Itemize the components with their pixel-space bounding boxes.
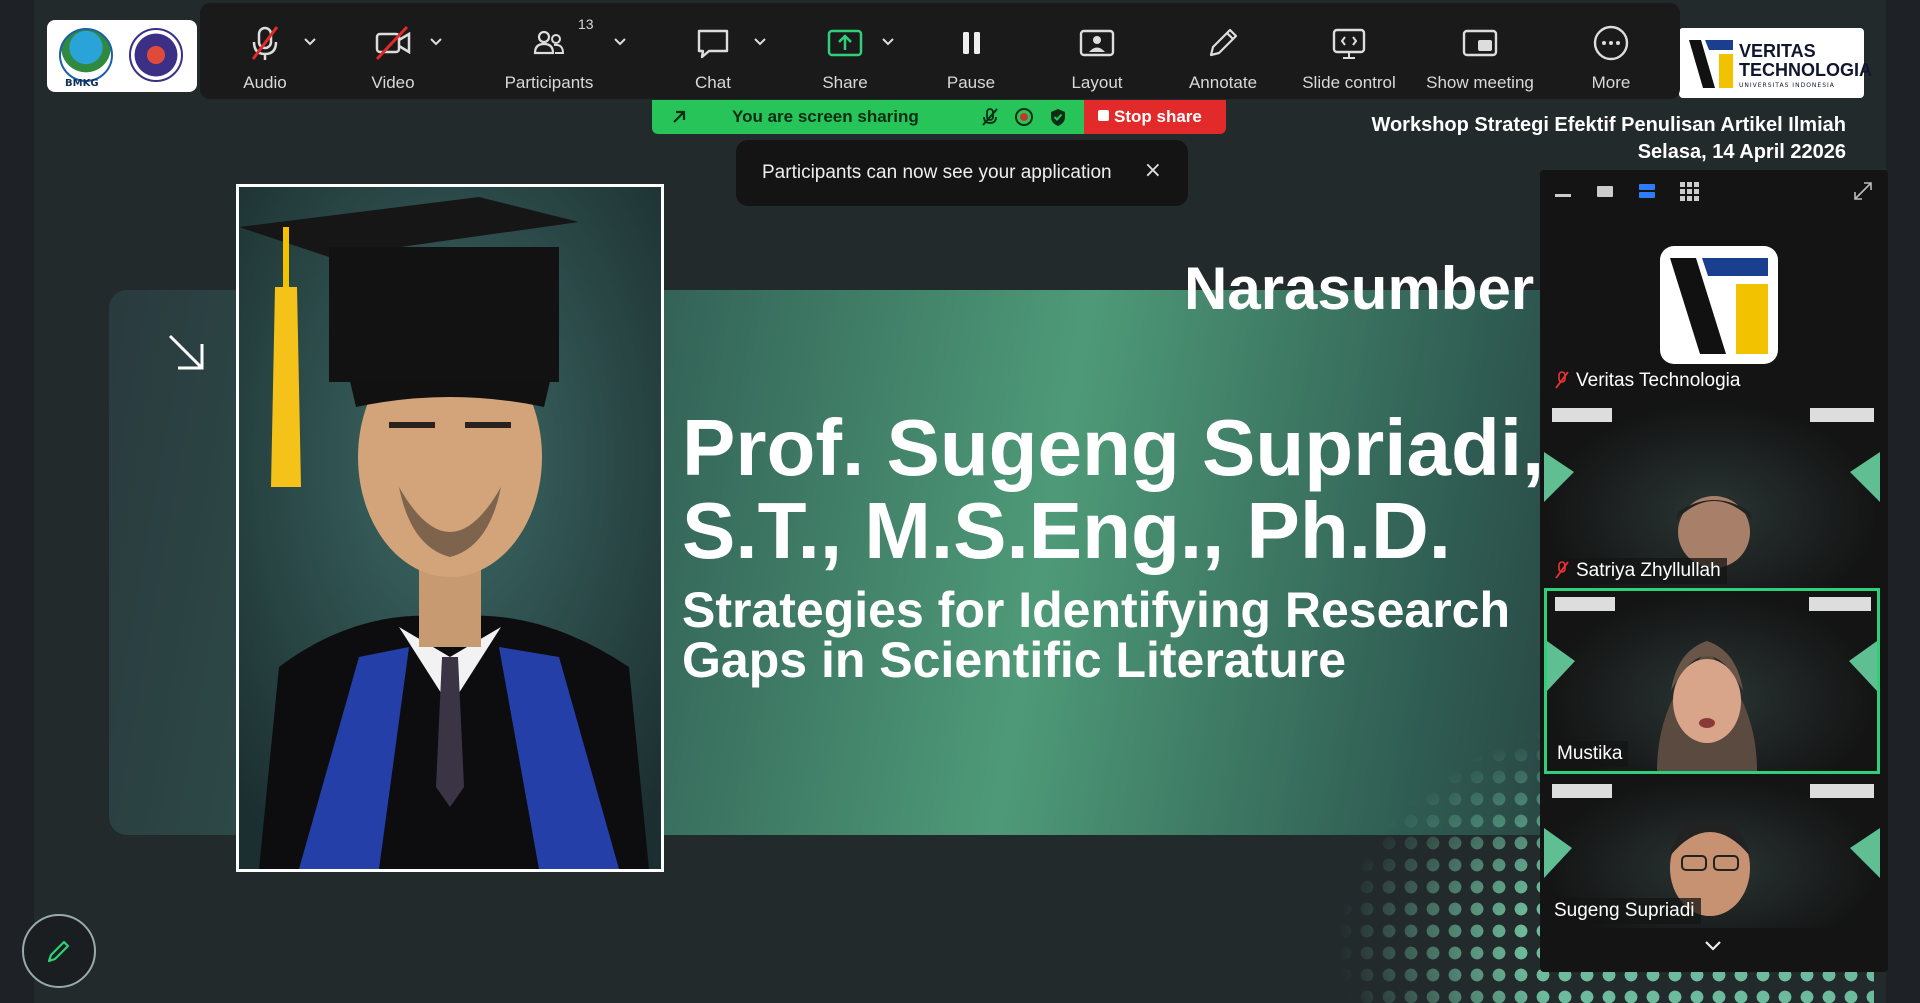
slide-control-label: Slide control	[1302, 73, 1396, 92]
bmkg-logo	[59, 28, 113, 82]
share-screen-icon	[827, 29, 863, 57]
sharing-status-text: You are screen sharing	[732, 107, 919, 126]
participant-tile-mustika[interactable]: Mustika	[1544, 588, 1880, 774]
meeting-toolbar: Audio Video Participants 13 Chat Share P…	[200, 3, 1680, 99]
veritas-logo-subtitle: UNIVERSITAS INDONESIA	[1739, 82, 1835, 89]
participant-name-label: Sugeng Supriadi	[1548, 898, 1701, 924]
annotate-button[interactable]: Annotate	[1158, 3, 1288, 99]
participants-label: Participants	[504, 73, 594, 92]
annotate-label: Annotate	[1188, 73, 1258, 92]
layout-icon	[1079, 29, 1115, 57]
pencil-icon	[1209, 28, 1238, 57]
layout-label: Layout	[1071, 73, 1123, 92]
slide-control-icon	[1332, 28, 1366, 59]
workshop-title: Workshop Strategi Efektif Penulisan Arti…	[1371, 114, 1846, 136]
participants-button[interactable]: Participants	[484, 3, 614, 99]
mic-muted-small-icon[interactable]	[980, 107, 1000, 127]
topic-line1: Strategies for Identifying Research	[682, 582, 1511, 638]
participant-name-label: Veritas Technologia	[1548, 368, 1747, 394]
share-options-chevron-icon[interactable]	[880, 33, 896, 49]
speaker-view-icon[interactable]	[1594, 180, 1616, 202]
expand-icon[interactable]	[1852, 180, 1874, 202]
chevron-down-icon[interactable]	[1702, 934, 1724, 956]
show-meeting-label: Show meeting	[1426, 73, 1534, 92]
toast-message: Participants can now see your applicatio…	[762, 162, 1112, 183]
slide-control-button[interactable]: Slide control	[1284, 3, 1414, 99]
more-button[interactable]: More	[1546, 3, 1676, 99]
audio-label: Audio	[243, 73, 287, 92]
veritas-logo-name: VERITAS TECHNOLOGIA	[1739, 41, 1872, 80]
participants-options-chevron-icon[interactable]	[612, 33, 628, 49]
minimize-icon[interactable]	[1552, 180, 1574, 202]
video-label: Video	[371, 73, 415, 92]
security-shield-icon[interactable]	[1048, 107, 1068, 127]
chat-button[interactable]: Chat	[648, 3, 778, 99]
partner-logos: BMKG	[47, 20, 197, 92]
speaker-photo	[239, 187, 661, 869]
pencil-icon	[47, 940, 70, 963]
audio-button[interactable]: Audio	[200, 3, 330, 99]
grid-view-icon[interactable]	[1678, 180, 1700, 202]
participant-name-label: Mustika	[1551, 741, 1629, 767]
notification-toast: Participants can now see your applicatio…	[736, 140, 1188, 206]
microphone-muted-icon	[251, 26, 279, 60]
veritas-avatar	[1660, 246, 1778, 364]
close-icon[interactable]: ×	[1144, 158, 1162, 183]
video-button[interactable]: Video	[328, 3, 458, 99]
show-meeting-icon	[1462, 29, 1498, 57]
veritas-mark-icon	[1670, 258, 1768, 354]
university-logo	[129, 28, 183, 82]
video-options-chevron-icon[interactable]	[428, 33, 444, 49]
speaker-name-line1: Prof. Sugeng Supriadi,	[682, 403, 1545, 492]
pause-label: Pause	[946, 73, 996, 92]
show-meeting-button[interactable]: Show meeting	[1410, 3, 1550, 99]
video-off-icon	[375, 25, 411, 61]
stop-share-label: Stop share	[1114, 107, 1202, 126]
chat-options-chevron-icon[interactable]	[752, 33, 768, 49]
annotate-floating-button[interactable]	[22, 914, 96, 988]
stop-share-button[interactable]: Stop share	[1084, 100, 1226, 134]
bmkg-logo-text: BMKG	[65, 78, 99, 89]
participants-count: 13	[578, 16, 594, 32]
arrow-down-right-icon	[168, 334, 204, 370]
topic-line2: Gaps in Scientific Literature	[682, 632, 1347, 688]
more-icon	[1593, 25, 1629, 61]
speaker-portrait	[236, 184, 664, 872]
strip-view-icon[interactable]	[1636, 180, 1658, 202]
chat-icon	[697, 29, 729, 59]
participant-tile-satriya[interactable]: Satriya Zhyllullah	[1544, 402, 1880, 588]
participant-tile-veritas[interactable]: Veritas Technologia	[1544, 212, 1880, 398]
share-label: Share	[822, 73, 868, 92]
speaker-name-line2: S.T., M.S.Eng., Ph.D.	[682, 486, 1451, 575]
chat-label: Chat	[695, 73, 731, 92]
pause-icon	[963, 32, 980, 54]
share-button[interactable]: Share	[780, 3, 910, 99]
participants-icon	[533, 30, 565, 55]
pause-share-button[interactable]: Pause	[906, 3, 1036, 99]
layout-button[interactable]: Layout	[1032, 3, 1162, 99]
veritas-logo: VERITAS TECHNOLOGIA UNIVERSITAS INDONESIA	[1679, 28, 1872, 98]
screen-sharing-bar[interactable]: You are screen sharing	[652, 100, 1084, 134]
record-icon[interactable]	[1014, 107, 1034, 127]
drag-handle-icon[interactable]	[670, 108, 688, 126]
stop-square-icon	[1098, 110, 1109, 121]
workshop-date: Selasa, 14 April 22026	[1637, 141, 1846, 163]
mic-muted-icon	[1555, 561, 1569, 579]
gallery-view-controls	[1540, 170, 1888, 210]
video-gallery-panel: Veritas Technologia Satriya Zhyllullah M…	[1540, 170, 1888, 972]
more-label: More	[1591, 73, 1631, 92]
participant-tile-sugeng[interactable]: Sugeng Supriadi	[1544, 778, 1880, 928]
audio-options-chevron-icon[interactable]	[302, 33, 318, 49]
participant-name-label: Satriya Zhyllullah	[1548, 558, 1727, 584]
slide-heading: Narasumber	[1184, 255, 1535, 322]
veritas-mark-icon	[1689, 40, 1733, 88]
mic-muted-icon	[1555, 371, 1569, 389]
